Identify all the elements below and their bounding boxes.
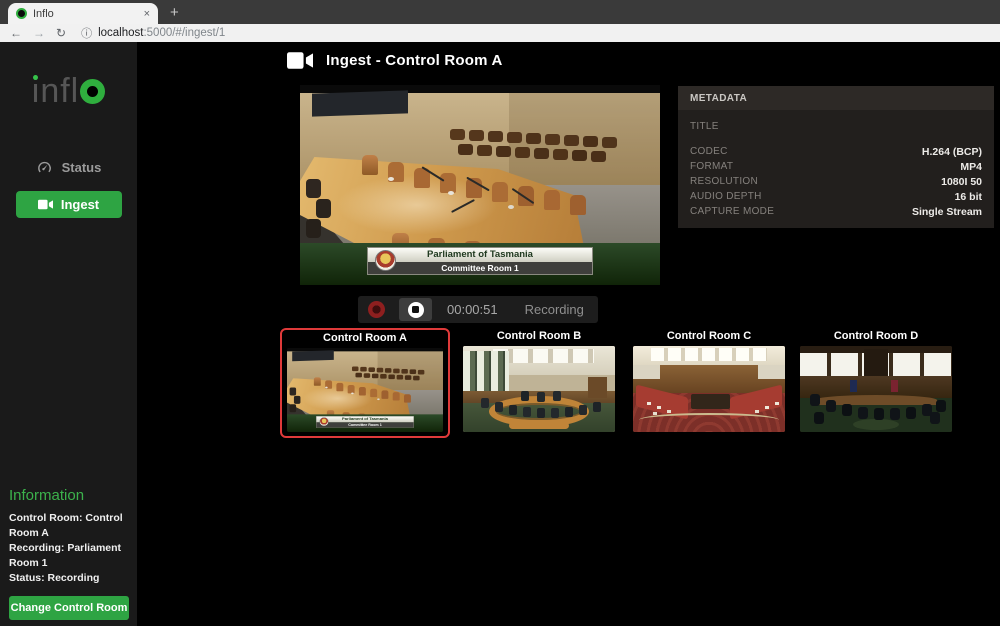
metadata-row-audio-depth: AUDIO DEPTH 16 bit	[690, 190, 982, 203]
thumbnail-control-room-c[interactable]: Control Room C	[633, 330, 785, 432]
recording-timer: 00:00:51	[447, 302, 498, 317]
recording-status: Recording	[524, 302, 584, 317]
back-icon[interactable]: ←	[10, 26, 22, 40]
thumbnail-control-room-d[interactable]: Control Room D	[800, 330, 952, 432]
inflo-logo: infl	[0, 72, 137, 111]
status-label: Status	[61, 160, 102, 175]
url-host: localhost	[98, 27, 144, 39]
metadata-row-resolution: RESOLUTION 1080I 50	[690, 175, 982, 188]
url-field[interactable]: localhost:5000/#/ingest/1	[98, 27, 225, 39]
record-icon[interactable]	[368, 301, 385, 318]
gauge-icon	[37, 161, 51, 173]
page-title: Ingest - Control Room A	[287, 51, 503, 70]
information-panel: Information Control Room: Control Room A…	[9, 487, 131, 620]
metadata-row-capture-mode: CAPTURE MODE Single Stream	[690, 205, 982, 218]
main-content: Ingest - Control Room A Parliament of Ta…	[137, 42, 1000, 626]
information-heading: Information	[9, 487, 85, 504]
thumbnail-control-room-b[interactable]: Control Room B	[463, 330, 615, 432]
info-status: Status: Recording	[9, 572, 100, 584]
info-recording: Recording: Parliament Room 1	[9, 542, 122, 569]
control-room-d-image	[800, 346, 952, 432]
thumbnail-control-room-a[interactable]: Control Room A Parliament of Tasmania Co…	[280, 328, 450, 438]
sidebar-item-ingest[interactable]: Ingest	[15, 191, 122, 218]
stop-icon	[407, 301, 424, 318]
sidebar: infl Status Ingest Information Control R…	[0, 42, 137, 626]
close-tab-icon[interactable]: ×	[144, 8, 150, 20]
live-preview-video[interactable]: Parliament of Tasmania Committee Room 1	[300, 85, 660, 285]
forward-icon[interactable]: →	[33, 26, 45, 40]
ingest-label: Ingest	[60, 197, 100, 212]
browser-tab-bar: Inflo × +	[0, 0, 1000, 24]
metadata-row-format: FORMAT MP4	[690, 160, 982, 173]
control-room-b-image	[463, 346, 615, 432]
url-path: :5000/#/ingest/1	[143, 27, 226, 39]
logo-ring-icon	[80, 79, 106, 104]
logo-dot-icon	[33, 75, 38, 80]
page-info-icon[interactable]: ⓘ	[81, 25, 92, 41]
info-control-room: Control Room: Control Room A	[9, 512, 123, 539]
metadata-row-title: TITLE	[690, 120, 719, 132]
banner-title: Parliament of Tasmania	[368, 248, 592, 262]
metadata-heading: METADATA	[678, 86, 994, 110]
change-control-room-button[interactable]: Change Control Room	[9, 596, 129, 620]
control-room-a-image: Parliament of Tasmania Committee Room 1	[287, 348, 443, 432]
browser-tab[interactable]: Inflo ×	[8, 3, 158, 24]
inflo-favicon-icon	[16, 8, 27, 19]
banner-subtitle: Committee Room 1	[368, 262, 592, 274]
video-camera-icon	[287, 52, 313, 69]
tab-title: Inflo	[33, 7, 54, 20]
refresh-icon[interactable]: ↻	[56, 26, 66, 40]
parliament-crest-icon	[375, 250, 396, 271]
video-camera-icon	[37, 199, 53, 210]
browser-address-bar: ← → ↻ ⓘ localhost:5000/#/ingest/1	[0, 24, 1000, 42]
preview-room-image: Parliament of Tasmania Committee Room 1	[300, 85, 660, 285]
record-controls-bar: 00:00:51 Recording	[358, 296, 598, 323]
metadata-panel: METADATA TITLE CODEC H.264 (BCP) FORMAT …	[678, 86, 994, 228]
control-room-c-image	[633, 346, 785, 432]
new-tab-button[interactable]: +	[170, 4, 179, 21]
metadata-row-codec: CODEC H.264 (BCP)	[690, 145, 982, 158]
broadcast-banner: Parliament of Tasmania Committee Room 1	[367, 247, 593, 275]
sidebar-item-status[interactable]: Status	[0, 159, 137, 176]
stop-button[interactable]	[399, 298, 432, 321]
